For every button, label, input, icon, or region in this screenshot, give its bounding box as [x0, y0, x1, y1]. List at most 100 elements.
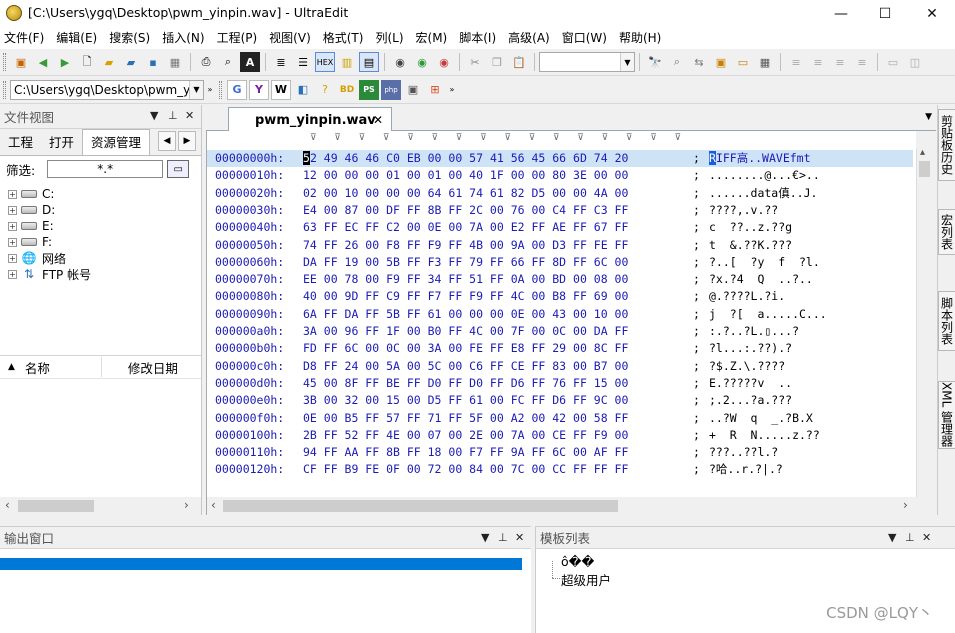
hex-bytes[interactable]: 3B 00 32 00 15 00 D5 FF 61 00 FC FF D6 F… [303, 392, 628, 409]
close-button[interactable]: ✕ [909, 0, 955, 27]
open-folder-icon[interactable]: ▰ [121, 52, 141, 72]
hex-bytes[interactable]: 40 00 9D FF C9 FF F7 FF F9 FF 4C 00 B8 F… [303, 288, 628, 305]
copy-icon[interactable]: ❐ [487, 52, 507, 72]
hex-row[interactable]: 000000f0h: 0E 00 B5 FF 57 FF 71 FF 5F 00 … [207, 410, 913, 427]
yahoo-search-icon[interactable]: Y [249, 79, 269, 100]
tab-scroll-right-icon[interactable]: ▶ [178, 131, 196, 151]
filter-folder-icon[interactable]: ▭ [167, 160, 190, 178]
print-icon[interactable]: ⎙ [196, 52, 216, 72]
wikipedia-icon[interactable]: W [271, 79, 291, 100]
align-right-icon[interactable]: ≡ [830, 52, 850, 72]
editor-hscroll[interactable]: ‹ › [206, 497, 931, 515]
hex-bytes[interactable]: 0E 00 B5 FF 57 FF 71 FF 5F 00 A2 00 42 0… [303, 410, 628, 427]
hex-ascii[interactable]: + R N.....z.?? [709, 427, 820, 444]
menu-file[interactable]: 文件(F) [0, 27, 50, 49]
template-item-superuser[interactable]: 超级用户 [561, 570, 611, 589]
hex-row[interactable]: 00000080h: 40 00 9D FF C9 FF F7 FF F9 FF … [207, 288, 913, 305]
hex-ascii[interactable]: ?x.?4 Q ..?.. [709, 271, 813, 288]
maximize-button[interactable]: ☐ [862, 0, 908, 27]
hex-row[interactable]: 00000050h: 74 FF 26 00 F8 FF F9 FF 4B 00 … [207, 237, 913, 254]
expand-icon[interactable]: + [8, 269, 17, 279]
tree-item-ftp-accounts[interactable]: + ⇅ FTP 帐号 [0, 266, 201, 282]
scroll-left-icon[interactable]: ‹ [5, 498, 10, 512]
hex-ascii[interactable]: t &.??K.??? [709, 237, 792, 254]
image-tool-icon[interactable]: ▣ [403, 80, 423, 100]
menu-column[interactable]: 列(L) [369, 27, 409, 49]
menu-view[interactable]: 视图(V) [263, 27, 317, 49]
toolbar-grip[interactable] [3, 80, 6, 99]
menu-window[interactable]: 窗口(W) [556, 27, 613, 49]
close-tab-icon[interactable]: ✕ [373, 113, 383, 127]
hex-bytes[interactable]: DA FF 19 00 5B FF F3 FF 79 FF 66 FF 8D F… [303, 254, 628, 271]
back-arrow-icon[interactable]: ◀ [33, 52, 53, 72]
line-numbers-icon[interactable]: ▤ [359, 52, 379, 72]
hex-ascii[interactable]: ........@...€>.. [709, 167, 820, 184]
column-modified-date[interactable]: 修改日期 [128, 358, 178, 377]
align-center-icon[interactable]: ≡ [808, 52, 828, 72]
close-icon[interactable]: ✕ [185, 109, 194, 122]
scroll-up-icon[interactable]: ▴ [920, 147, 925, 158]
tab-macro-list[interactable]: 宏列表 [938, 209, 955, 255]
tree-item-network[interactable]: + 🌐 网络 [0, 250, 201, 266]
tab-project[interactable]: 工程 [0, 131, 41, 155]
toolbar-overflow-icon[interactable]: » [205, 80, 215, 100]
tab-open[interactable]: 打开 [41, 131, 82, 155]
open-file-icon[interactable]: ▰ [99, 52, 119, 72]
hex-bytes[interactable]: 52 49 46 46 C0 EB 00 00 57 41 56 45 66 6… [303, 150, 628, 167]
hex-ascii[interactable]: ????,.v.?? [709, 202, 778, 219]
new-project-icon[interactable]: ▣ [11, 52, 31, 72]
menu-macro[interactable]: 宏(M) [410, 27, 454, 49]
tree-item-drive-e[interactable]: + E: [0, 218, 201, 234]
pin-icon[interactable]: ⊥ [905, 531, 915, 544]
hex-row[interactable]: 00000010h: 12 00 00 00 01 00 01 00 40 1F … [207, 167, 913, 184]
hex-row[interactable]: 00000030h: E4 00 87 00 DF FF 8B FF 2C 00 … [207, 202, 913, 219]
php-icon[interactable]: php [381, 79, 401, 100]
hex-ascii[interactable]: :.?..?L.▯...? [709, 323, 799, 340]
sort-up-icon[interactable]: ▲ [8, 362, 15, 372]
hex-row[interactable]: 00000020h: 02 00 10 00 00 00 64 61 74 61 … [207, 185, 913, 202]
hex-ascii[interactable]: ..?W q _.?B.X [709, 410, 813, 427]
hex-cursor[interactable]: 5 [303, 151, 310, 165]
hex-bytes[interactable]: EE 00 78 00 F9 FF 34 FF 51 FF 0A 00 BD 0… [303, 271, 628, 288]
tree-item-drive-d[interactable]: + D: [0, 202, 201, 218]
editor-vscroll[interactable]: ▴ [916, 147, 931, 497]
hex-editor-view[interactable]: 00000000h: 52 49 46 46 C0 EB 00 00 57 41 … [206, 149, 916, 497]
find-next-icon[interactable]: ⌕ [667, 52, 687, 72]
hex-bytes[interactable]: 3A 00 96 FF 1F 00 B0 FF 4C 00 7F 00 0C 0… [303, 323, 628, 340]
tab-xml-manager[interactable]: XML 管理器 [938, 381, 955, 449]
align-left-icon[interactable]: ≡ [786, 52, 806, 72]
tree-item-drive-f[interactable]: + F: [0, 234, 201, 250]
chevron-down-icon[interactable]: ▼ [620, 53, 634, 71]
find-icon[interactable]: 🔭 [645, 52, 665, 72]
menu-help[interactable]: 帮助(H) [613, 27, 667, 49]
html-tool-icon[interactable]: BD [337, 80, 357, 100]
hex-ascii[interactable]: ?$.Z.\.???? [709, 358, 785, 375]
print-preview-icon[interactable]: ⌕ [218, 52, 238, 72]
hex-ascii[interactable]: ;.2...?a.??? [709, 392, 792, 409]
hex-row[interactable]: 000000d0h: 45 00 8F FF BE FF D0 FF D0 FF … [207, 375, 913, 392]
tab-pwm-yinpin-wav[interactable]: pwm_yinpin.wav ✕ [228, 107, 392, 132]
menu-edit[interactable]: 编辑(E) [50, 27, 103, 49]
web-search-icon[interactable]: ◧ [293, 80, 313, 100]
save-all-icon[interactable]: ▦ [165, 52, 185, 72]
expand-icon[interactable]: + [8, 237, 17, 247]
file-path-combo[interactable]: C:\Users\ygq\Desktop\pwm_yi ▼ [10, 79, 204, 100]
toolbar-grip[interactable] [3, 53, 6, 71]
hex-ascii[interactable]: ?哈..r.?|.? [709, 461, 783, 478]
tree-item-drive-c[interactable]: + C: [0, 186, 201, 202]
scroll-left-icon[interactable]: ‹ [211, 498, 216, 512]
split-horizontal-icon[interactable]: ▭ [883, 52, 903, 72]
cut-icon[interactable]: ✂ [465, 52, 485, 72]
tab-clipboard-history[interactable]: 剪贴板历史 [938, 109, 955, 181]
tab-scroll-left-icon[interactable]: ◀ [158, 131, 176, 151]
paste-icon[interactable]: 📋 [509, 52, 529, 72]
hex-ascii[interactable]: E.?????v .. [709, 375, 792, 392]
hex-row[interactable]: 00000000h: 52 49 46 46 C0 EB 00 00 57 41 … [207, 150, 913, 168]
hex-bytes[interactable]: 2B FF 52 FF 4E 00 07 00 2E 00 7A 00 CE F… [303, 427, 628, 444]
clipboard-combo[interactable]: ▼ [539, 52, 635, 72]
hex-row[interactable]: 000000c0h: D8 FF 24 00 5A 00 5C 00 C6 FF … [207, 358, 913, 375]
find-in-files-icon[interactable]: ▣ [711, 52, 731, 72]
goto-line-icon[interactable]: ▦ [755, 52, 775, 72]
hex-row[interactable]: 000000a0h: 3A 00 96 FF 1F 00 B0 FF 4C 00 … [207, 323, 913, 340]
minimize-button[interactable]: — [818, 0, 864, 27]
